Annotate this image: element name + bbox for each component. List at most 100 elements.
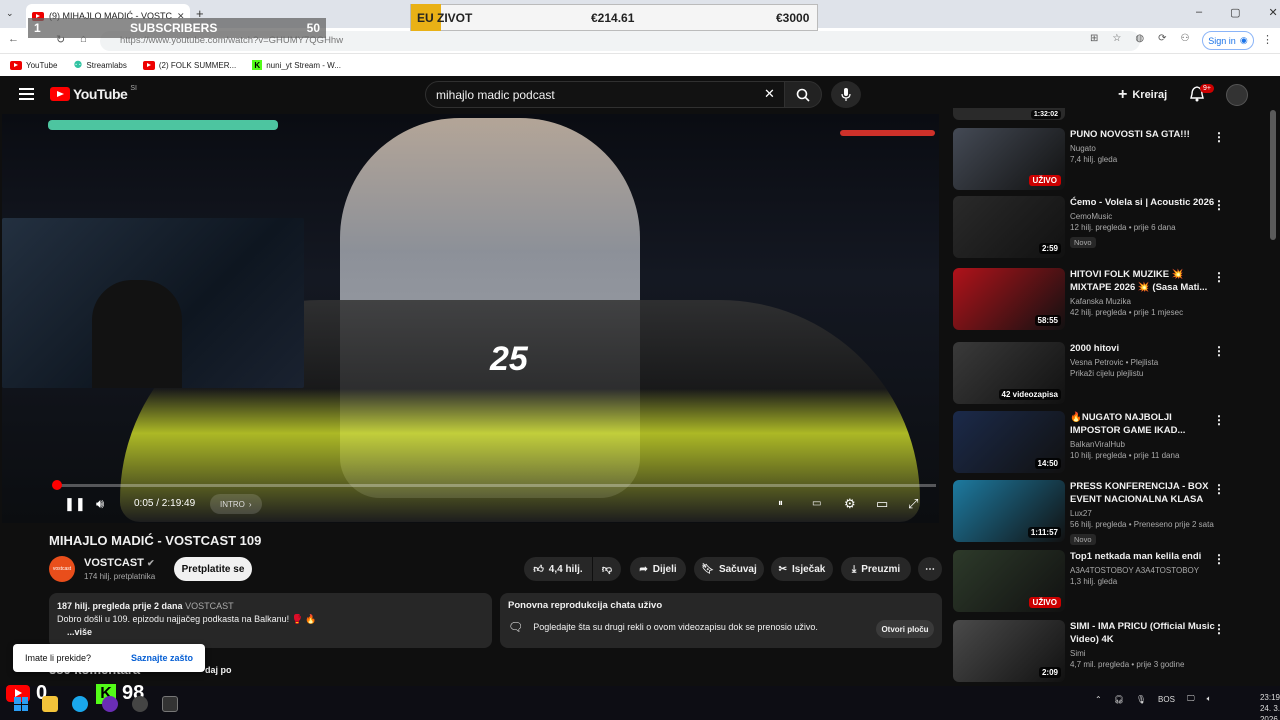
edge-browser-icon[interactable] — [72, 696, 88, 712]
related-video-item[interactable]: 14:50 🔥NUGATO NAJBOLJI IMPOSTOR GAME IKAD… — [953, 411, 1253, 475]
related-video-channel[interactable]: Simi — [1070, 649, 1215, 658]
volume-icon[interactable]: 🔊︎ — [96, 496, 104, 512]
video-thumbnail[interactable]: 42 videozapisa — [953, 342, 1065, 404]
close-window-button[interactable]: ✕ — [1269, 6, 1278, 19]
related-video-title[interactable]: Ćemo - Volela si | Acoustic 2026 — [1070, 196, 1215, 209]
language-indicator[interactable]: BOS — [1158, 695, 1175, 704]
progress-scrubber[interactable] — [52, 480, 62, 490]
video-thumbnail[interactable]: UŽIVO — [953, 128, 1065, 190]
kebab-menu-icon[interactable]: ⋮ — [1213, 552, 1225, 566]
related-video-title[interactable]: Top1 netkada man kelila endi — [1070, 550, 1215, 563]
fullscreen-icon[interactable]: ⤢ — [908, 496, 918, 512]
open-panel-button[interactable]: Otvori ploču — [876, 620, 934, 638]
video-thumbnail[interactable]: UŽIVO — [953, 550, 1065, 612]
related-video-title[interactable]: PRESS KONFERENCIJA - BOX EVENT NACIONALN… — [1070, 480, 1215, 506]
video-thumbnail[interactable]: 2:59 — [953, 196, 1065, 258]
description-hashtag[interactable]: VOSTCAST — [185, 601, 234, 611]
search-input[interactable]: mihajlo madic podcast — [425, 81, 785, 108]
app-icon[interactable]: ⊞ — [1090, 33, 1098, 44]
more-menu-icon[interactable]: ⋮ — [1262, 33, 1273, 46]
related-video-title[interactable]: PUNO NOVOSTI SA GTA!!! — [1070, 128, 1215, 141]
related-video-item[interactable]: 2:09 SIMI - IMA PRICU (Official Music Vid… — [953, 620, 1253, 684]
theater-mode-icon[interactable]: ▭ — [876, 496, 888, 512]
tray-chevron-icon[interactable]: ⌃ — [1095, 695, 1102, 704]
hamburger-menu-icon[interactable] — [19, 88, 34, 100]
bookmark-folk-summer[interactable]: (2) FOLK SUMMER... — [142, 60, 236, 70]
create-button[interactable]: + Kreiraj — [1118, 84, 1176, 106]
bookmark-kick-stream[interactable]: Knuni_yt Stream - W... — [252, 60, 341, 70]
related-video-channel[interactable]: Vesna Petrovic • Plejlista — [1070, 358, 1215, 367]
back-arrow-icon[interactable]: ← — [8, 33, 19, 45]
settings-gear-icon[interactable]: ⚙ — [844, 496, 856, 512]
kebab-menu-icon[interactable]: ⋮ — [1213, 344, 1225, 358]
kebab-menu-icon[interactable]: ⋮ — [1213, 622, 1225, 636]
share-button[interactable]: ➦ Dijeli — [630, 557, 686, 581]
microphone-tray-icon[interactable]: 🎙︎ — [1136, 695, 1146, 704]
kebab-menu-icon[interactable]: ⋮ — [1213, 482, 1225, 496]
youtube-logo[interactable]: YouTube SI — [50, 85, 137, 102]
bookmark-streamlabs[interactable]: ⚉ Streamlabs — [73, 60, 126, 71]
sort-comments[interactable]: daj po — [205, 665, 232, 675]
related-video-title[interactable]: 2000 hitovi — [1070, 342, 1215, 355]
download-button[interactable]: ⤓ Preuzmi — [841, 557, 911, 581]
channel-avatar[interactable]: vostcast — [49, 556, 75, 582]
extension-icon[interactable]: ◍ — [1135, 33, 1144, 44]
related-video-item[interactable]: 58:55 HITOVI FOLK MUZIKE 💥 MIXTAPE 2026 💥… — [953, 268, 1253, 332]
refresh-extension-icon[interactable]: ⟳ — [1158, 33, 1166, 44]
bookmark-youtube[interactable]: YouTube — [10, 60, 57, 70]
chapter-button[interactable]: INTRO › — [210, 494, 262, 514]
toast-learn-more-link[interactable]: Saznajte zašto — [131, 653, 193, 663]
display-icon[interactable]: 🖵︎ — [1187, 694, 1195, 704]
search-button[interactable] — [784, 81, 822, 108]
autoplay-toggle-icon[interactable]: ⏸ — [778, 498, 783, 509]
video-thumbnail[interactable]: 1:11:57 — [953, 480, 1065, 542]
speaker-icon[interactable]: 🔈︎ — [1207, 694, 1212, 704]
kebab-menu-icon[interactable]: ⋮ — [1213, 270, 1225, 284]
user-avatar[interactable] — [1226, 84, 1248, 106]
related-video-channel[interactable]: Nugato — [1070, 144, 1215, 153]
collections-icon[interactable]: ⚇ — [1180, 33, 1189, 44]
clear-search-icon[interactable]: ✕ — [764, 86, 775, 102]
related-video-channel[interactable]: Kafanska Muzika — [1070, 297, 1215, 306]
video-thumbnail[interactable]: 58:55 — [953, 268, 1065, 330]
related-video-item[interactable]: UŽIVO Top1 netkada man kelila endi A3A4TOS… — [953, 550, 1253, 614]
related-video-channel[interactable]: Lux27 — [1070, 509, 1215, 518]
like-button[interactable]: 👍︎ 4,4 hilj. — [524, 557, 592, 581]
related-video-channel[interactable]: CemoMusic — [1070, 212, 1215, 221]
related-video-item[interactable]: 42 videozapisa 2000 hitovi Vesna Petrovic … — [953, 342, 1253, 406]
clip-button[interactable]: ✂ Isječak — [771, 557, 833, 581]
related-video-channel[interactable]: A3A4TOSTOBOY A3A4TOSTOBOY — [1070, 566, 1215, 575]
video-progress-bar[interactable] — [56, 484, 936, 487]
kebab-menu-icon[interactable]: ⋮ — [1213, 198, 1225, 212]
pause-icon[interactable]: ❚❚ — [64, 496, 86, 512]
obs-icon[interactable] — [132, 696, 148, 712]
sign-in-button[interactable]: Sign in ◉ — [1202, 31, 1254, 50]
video-thumbnail[interactable]: 2:09 — [953, 620, 1065, 682]
subscribe-button[interactable]: Pretplatite se — [174, 557, 252, 581]
description-more[interactable]: ...više — [67, 626, 484, 639]
scrollbar-thumb[interactable] — [1270, 110, 1276, 240]
opera-icon[interactable] — [102, 696, 118, 712]
related-video-item[interactable]: 2:59 Ćemo - Volela si | Acoustic 2026 Cemo… — [953, 196, 1253, 260]
kebab-menu-icon[interactable]: ⋮ — [1213, 130, 1225, 144]
tab-list-icon[interactable]: ⌄ — [6, 8, 14, 19]
windows-start-icon[interactable] — [14, 697, 28, 711]
related-video-item[interactable]: UŽIVO PUNO NOVOSTI SA GTA!!! Nugato 7,4 hil… — [953, 128, 1253, 192]
camera-app-icon[interactable] — [162, 696, 178, 712]
related-video-item[interactable]: 1:11:57 PRESS KONFERENCIJA - BOX EVENT NA… — [953, 480, 1253, 545]
related-video-channel[interactable]: BalkanViralHub — [1070, 440, 1215, 449]
video-thumbnail[interactable]: 14:50 — [953, 411, 1065, 473]
favorite-star-icon[interactable]: ☆ — [1112, 33, 1121, 44]
dislike-button[interactable]: 👎︎ — [593, 557, 621, 581]
kebab-menu-icon[interactable]: ⋮ — [1213, 413, 1225, 427]
related-video-title[interactable]: HITOVI FOLK MUZIKE 💥 MIXTAPE 2026 💥 (Sas… — [1070, 268, 1215, 294]
subtitles-icon[interactable]: ▭ — [812, 498, 821, 509]
channel-name[interactable]: VOSTCAST ✔ — [84, 557, 155, 569]
taskbar-clock[interactable]: 23:19 24. 3. 2026. — [1238, 692, 1280, 720]
more-actions-button[interactable]: ⋯ — [918, 557, 942, 581]
related-video-title[interactable]: 🔥NUGATO NAJBOLJI IMPOSTOR GAME IKAD... — [1070, 411, 1215, 437]
related-video-title[interactable]: SIMI - IMA PRICU (Official Music Video) … — [1070, 620, 1215, 646]
description-box[interactable]: 187 hilj. pregleda prije 2 dana VOSTCAST… — [49, 593, 492, 648]
voice-search-button[interactable] — [831, 81, 861, 108]
sidebar-partial-thumbnail[interactable]: 1:32:02 — [953, 108, 1065, 120]
